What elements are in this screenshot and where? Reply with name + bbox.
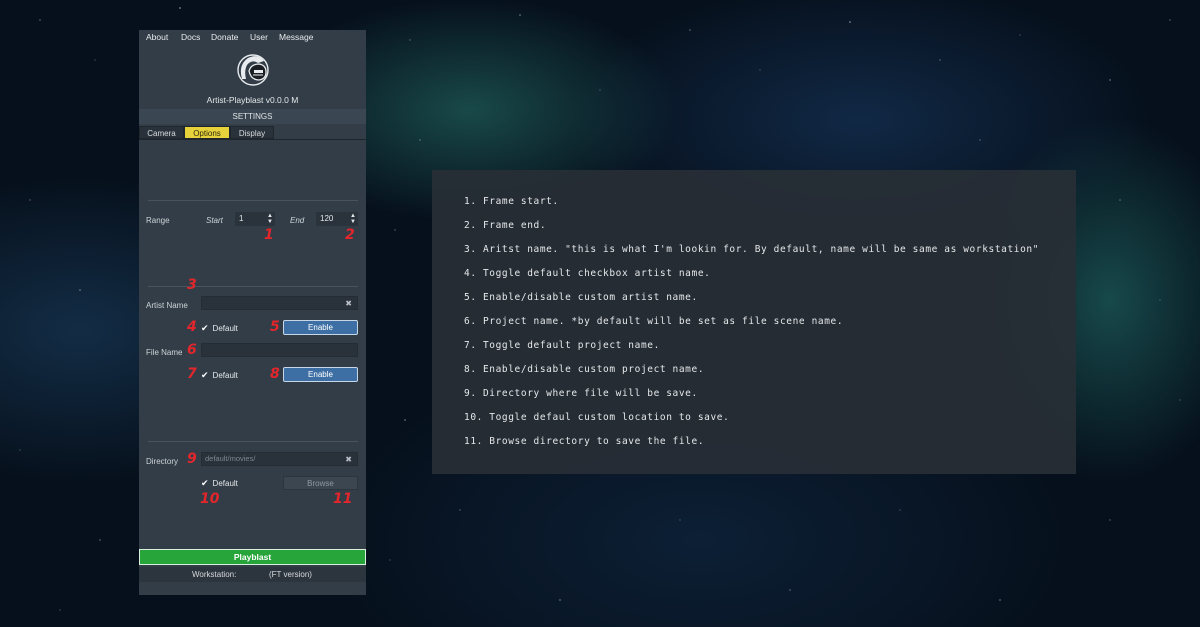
callout-marker-10: 10 bbox=[200, 491, 220, 507]
note-item: 5. Enable/disable custom artist name. bbox=[464, 292, 698, 303]
note-item: 6. Project name. *by default will be set… bbox=[464, 316, 844, 327]
artist-name-field[interactable]: ✖ bbox=[201, 296, 358, 310]
checkmark-icon: ✔ bbox=[201, 370, 209, 380]
menu-about[interactable]: About bbox=[146, 32, 168, 42]
tab-camera[interactable]: Camera bbox=[139, 126, 184, 139]
file-default-label: Default bbox=[212, 371, 238, 380]
start-label: Start bbox=[206, 216, 223, 225]
artist-default-label: Default bbox=[212, 324, 238, 333]
callout-marker-1: 1 bbox=[264, 227, 274, 243]
notes-list: 1. Frame start. 2. Frame end. 3. Aritst … bbox=[464, 196, 1039, 460]
note-item: 8. Enable/disable custom project name. bbox=[464, 364, 705, 375]
frame-start-value: 1 bbox=[239, 214, 244, 223]
clear-icon[interactable]: ✖ bbox=[345, 298, 352, 310]
artist-name-label: Artist Name bbox=[146, 301, 188, 310]
directory-label: Directory bbox=[146, 457, 179, 466]
artist-default-checkbox[interactable]: ✔ Default bbox=[201, 323, 238, 334]
file-enable-button[interactable]: Enable bbox=[283, 367, 358, 382]
tab-divider bbox=[139, 139, 366, 140]
file-default-checkbox[interactable]: ✔ Default bbox=[201, 370, 238, 381]
directory-placeholder: default/movies/ bbox=[205, 454, 256, 463]
spin-arrows-icon[interactable]: ▲ ▼ bbox=[350, 213, 356, 225]
menu-docs[interactable]: Docs bbox=[181, 32, 200, 42]
note-item: 11. Browse directory to save the file. bbox=[464, 436, 705, 447]
checkmark-icon: ✔ bbox=[201, 323, 209, 333]
section-divider bbox=[148, 200, 358, 201]
spin-arrows-icon[interactable]: ▲ ▼ bbox=[267, 213, 273, 225]
callout-marker-4: 4 bbox=[187, 319, 197, 335]
artist-enable-button[interactable]: Enable bbox=[283, 320, 358, 335]
end-label: End bbox=[290, 216, 305, 225]
note-item: 7. Toggle default project name. bbox=[464, 340, 660, 351]
callout-marker-6: 6 bbox=[187, 342, 197, 358]
callout-marker-3: 3 bbox=[187, 277, 197, 293]
settings-header: SETTINGS bbox=[139, 109, 366, 124]
callout-marker-5: 5 bbox=[270, 319, 280, 335]
spartan-helmet-icon bbox=[237, 54, 269, 86]
browse-button[interactable]: Browse bbox=[283, 476, 358, 490]
playblast-button[interactable]: Playblast bbox=[139, 549, 366, 565]
note-item: 3. Aritst name. "this is what I'm lookin… bbox=[464, 244, 1040, 255]
note-item: 9. Directory where file will be save. bbox=[464, 388, 698, 399]
menu-user[interactable]: User bbox=[250, 32, 268, 42]
menu-bar: About Docs Donate User Message bbox=[139, 30, 366, 44]
version-label: (FT version) bbox=[269, 570, 312, 579]
file-name-label: File Name bbox=[146, 348, 183, 357]
callout-marker-9: 9 bbox=[187, 451, 197, 467]
section-divider bbox=[148, 286, 358, 287]
note-item: 4. Toggle default checkbox artist name. bbox=[464, 268, 711, 279]
menu-message[interactable]: Message bbox=[279, 32, 314, 42]
menu-donate[interactable]: Donate bbox=[211, 32, 238, 42]
frame-end-spinbox[interactable]: 120 ▲ ▼ bbox=[316, 212, 358, 226]
range-label: Range bbox=[146, 216, 170, 225]
note-item: 1. Frame start. bbox=[464, 196, 559, 207]
directory-default-label: Default bbox=[212, 479, 238, 488]
playblast-tool-panel: About Docs Donate User Message Artist-Pl… bbox=[139, 30, 366, 595]
file-name-field[interactable] bbox=[201, 343, 358, 357]
note-item: 10. Toggle defaul custom location to sav… bbox=[464, 412, 730, 423]
callout-marker-8: 8 bbox=[270, 366, 280, 382]
callout-marker-11: 11 bbox=[333, 491, 353, 507]
frame-start-spinbox[interactable]: 1 ▲ ▼ bbox=[235, 212, 275, 226]
directory-default-checkbox[interactable]: ✔ Default bbox=[201, 478, 238, 489]
callout-marker-2: 2 bbox=[345, 227, 355, 243]
tab-display[interactable]: Display bbox=[230, 126, 274, 139]
note-item: 2. Frame end. bbox=[464, 220, 547, 231]
callout-marker-7: 7 bbox=[187, 366, 197, 382]
app-title: Artist-Playblast v0.0.0 M bbox=[206, 95, 299, 105]
status-bar: Workstation: (FT version) bbox=[139, 567, 366, 582]
frame-end-value: 120 bbox=[320, 214, 334, 223]
section-divider bbox=[148, 441, 358, 442]
clear-icon[interactable]: ✖ bbox=[345, 454, 352, 466]
notes-box: 1. Frame start. 2. Frame end. 3. Aritst … bbox=[432, 170, 1076, 474]
tab-options[interactable]: Options bbox=[184, 126, 230, 139]
checkmark-icon: ✔ bbox=[201, 478, 209, 488]
directory-field[interactable]: default/movies/ ✖ bbox=[201, 452, 358, 466]
workstation-label: Workstation: bbox=[192, 570, 237, 579]
tab-bar: Camera Options Display bbox=[139, 126, 366, 139]
